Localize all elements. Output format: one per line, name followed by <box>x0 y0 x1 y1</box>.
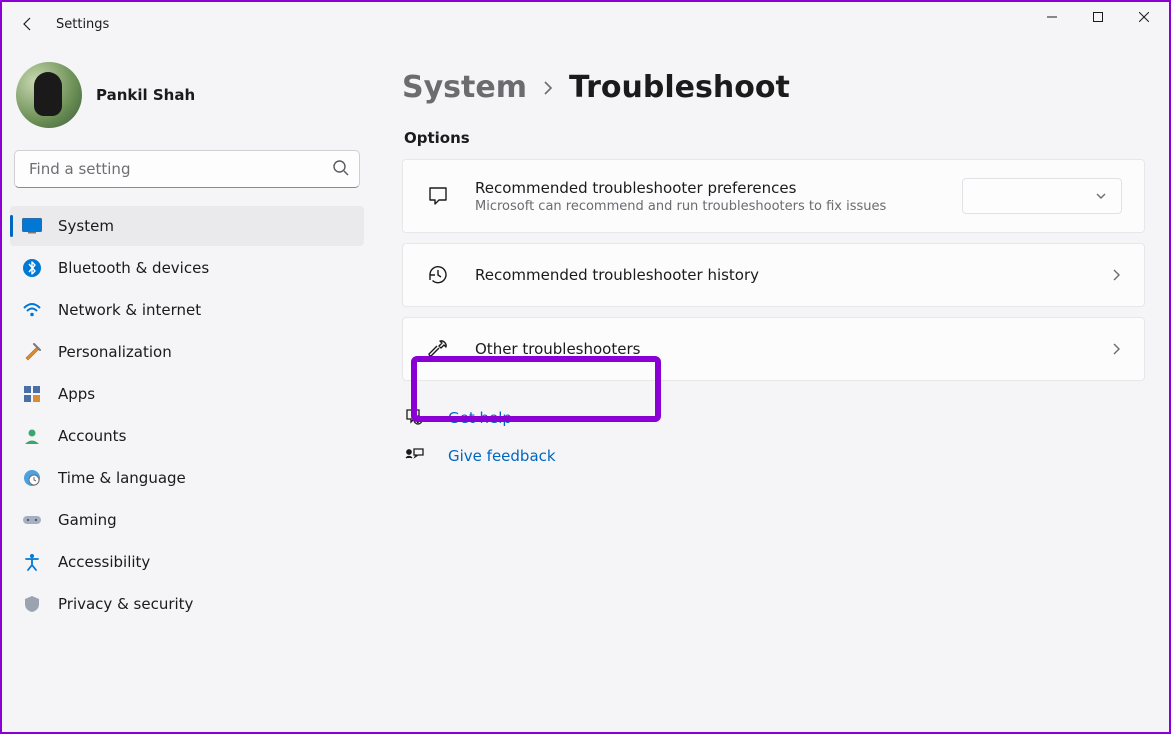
arrow-left-icon <box>20 16 36 32</box>
section-label-options: Options <box>404 129 1145 147</box>
sidebar-item-accessibility[interactable]: Accessibility <box>10 542 364 582</box>
sidebar-item-gaming[interactable]: Gaming <box>10 500 364 540</box>
card-troubleshooter-history[interactable]: Recommended troubleshooter history <box>402 243 1145 307</box>
minimize-button[interactable] <box>1029 2 1075 32</box>
get-help-link[interactable]: Get help <box>448 409 512 427</box>
sidebar-item-apps[interactable]: Apps <box>10 374 364 414</box>
feedback-icon <box>404 445 426 467</box>
maximize-icon <box>1093 12 1103 22</box>
sidebar-label-time: Time & language <box>58 469 186 487</box>
user-name: Pankil Shah <box>96 86 195 104</box>
wifi-icon <box>22 300 42 320</box>
sidebar-label-system: System <box>58 217 114 235</box>
maximize-button[interactable] <box>1075 2 1121 32</box>
sidebar-label-gaming: Gaming <box>58 511 117 529</box>
sidebar-nav: System Bluetooth & devices Network & int… <box>10 206 364 624</box>
breadcrumb-current: Troubleshoot <box>569 70 790 105</box>
sidebar-item-time[interactable]: Time & language <box>10 458 364 498</box>
card-title: Recommended troubleshooter preferences <box>475 179 938 197</box>
sidebar-label-bluetooth: Bluetooth & devices <box>58 259 209 277</box>
sidebar-label-personalization: Personalization <box>58 343 172 361</box>
chevron-right-icon <box>1110 341 1122 357</box>
card-title: Recommended troubleshooter history <box>475 266 1086 284</box>
sidebar-label-accounts: Accounts <box>58 427 126 445</box>
gamepad-icon <box>22 510 42 530</box>
user-profile[interactable]: Pankil Shah <box>10 52 364 144</box>
minimize-icon <box>1047 12 1057 22</box>
clock-globe-icon <box>22 468 42 488</box>
bluetooth-icon <box>22 258 42 278</box>
person-icon <box>22 426 42 446</box>
sidebar-label-accessibility: Accessibility <box>58 553 150 571</box>
sidebar-label-apps: Apps <box>58 385 95 403</box>
close-button[interactable] <box>1121 2 1167 32</box>
main-content: System Troubleshoot Options Recommended … <box>372 46 1169 732</box>
breadcrumb: System Troubleshoot <box>402 70 1145 105</box>
chat-bubble-icon <box>425 183 451 209</box>
chevron-down-icon <box>1095 190 1107 202</box>
chevron-right-icon <box>1110 267 1122 283</box>
chevron-right-icon <box>541 78 555 98</box>
sidebar-item-bluetooth[interactable]: Bluetooth & devices <box>10 248 364 288</box>
recommended-preferences-dropdown[interactable] <box>962 178 1122 214</box>
window-title: Settings <box>56 17 109 32</box>
sidebar-item-privacy[interactable]: Privacy & security <box>10 584 364 624</box>
help-icon: ? <box>404 407 426 429</box>
card-subtitle: Microsoft can recommend and run troubles… <box>475 199 938 214</box>
breadcrumb-parent[interactable]: System <box>402 70 527 105</box>
sidebar-label-network: Network & internet <box>58 301 201 319</box>
back-button[interactable] <box>8 4 48 44</box>
close-icon <box>1139 12 1149 22</box>
help-row-get-help: ? Get help <box>404 407 1145 429</box>
svg-text:?: ? <box>417 419 420 425</box>
apps-icon <box>22 384 42 404</box>
help-links: ? Get help Give feedback <box>402 407 1145 467</box>
give-feedback-link[interactable]: Give feedback <box>448 447 556 465</box>
accessibility-icon <box>22 552 42 572</box>
sidebar: Pankil Shah System Bluetooth & devices <box>2 46 372 732</box>
shield-icon <box>22 594 42 614</box>
search-container <box>14 150 360 188</box>
settings-window: Settings Pankil Shah <box>0 0 1171 734</box>
sidebar-item-system[interactable]: System <box>10 206 364 246</box>
history-icon <box>425 262 451 288</box>
wrench-icon <box>425 336 451 362</box>
sidebar-item-accounts[interactable]: Accounts <box>10 416 364 456</box>
sidebar-item-network[interactable]: Network & internet <box>10 290 364 330</box>
avatar <box>16 62 82 128</box>
card-other-troubleshooters[interactable]: Other troubleshooters <box>402 317 1145 381</box>
card-recommended-preferences[interactable]: Recommended troubleshooter preferences M… <box>402 159 1145 233</box>
paintbrush-icon <box>22 342 42 362</box>
search-input[interactable] <box>14 150 360 188</box>
titlebar: Settings <box>2 2 1169 46</box>
window-controls <box>1029 2 1167 32</box>
card-title: Other troubleshooters <box>475 340 1086 358</box>
help-row-feedback: Give feedback <box>404 445 1145 467</box>
display-icon <box>22 216 42 236</box>
sidebar-item-personalization[interactable]: Personalization <box>10 332 364 372</box>
search-icon <box>332 159 350 177</box>
sidebar-label-privacy: Privacy & security <box>58 595 193 613</box>
